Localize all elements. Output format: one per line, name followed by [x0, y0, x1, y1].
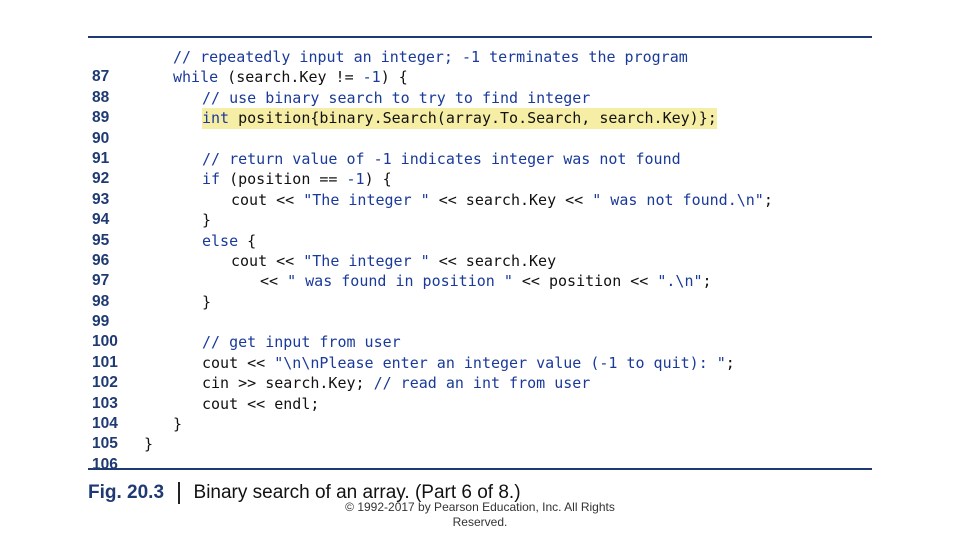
- code-line-92: 92 // return value of -1 indicates integ…: [92, 149, 681, 187]
- code-line-98: 98 << " was found in position " << posit…: [92, 271, 712, 309]
- code-text: }: [173, 415, 183, 434]
- code-line-90: 90 int position{binary.Search(array.To.S…: [92, 108, 717, 147]
- code-text: }: [144, 435, 154, 454]
- bottom-rule: [88, 468, 872, 470]
- code-text: cout << endl;: [202, 394, 320, 413]
- highlighted-code-text: int position{binary.Search(array.To.Sear…: [202, 108, 717, 129]
- code-text: cin >> search.Key; // read an int from u…: [202, 374, 591, 393]
- copyright-footer: © 1992-2017 by Pearson Education, Inc. A…: [330, 500, 630, 530]
- top-rule: [88, 36, 872, 38]
- code-line-105: 105 }: [92, 414, 182, 452]
- code-text: // use binary search to try to find inte…: [202, 88, 591, 107]
- code-line-106: 106 }: [92, 434, 153, 472]
- code-line-100: 100: [92, 312, 128, 350]
- code-text: while (search.Key != -1) {: [173, 68, 408, 87]
- code-text: cout << "\n\nPlease enter an integer val…: [202, 353, 735, 372]
- copyright-line-1: © 1992-2017 by Pearson Education, Inc. A…: [345, 500, 615, 514]
- code-line-94: 94 cout << "The integer " << search.Key …: [92, 190, 773, 228]
- code-line-91: 91: [92, 129, 128, 167]
- caption-divider: [178, 482, 180, 504]
- code-line-95: 95 }: [92, 210, 211, 248]
- code-line-88: 88 while (search.Key != -1) {: [92, 67, 408, 105]
- code-text: // get input from user: [202, 333, 401, 352]
- code-text: << " was found in position " << position…: [260, 272, 712, 291]
- code-text: if (position == -1) {: [202, 170, 392, 189]
- code-line-99: 99 }: [92, 292, 211, 330]
- code-text: }: [202, 211, 212, 230]
- code-line-97: 97 cout << "The integer " << search.Key: [92, 251, 556, 289]
- code-line-96: 96 else {: [92, 231, 256, 269]
- line-number: 106: [92, 455, 118, 473]
- code-line-104: 104 cout << endl;: [92, 394, 319, 432]
- copyright-line-2: Reserved.: [452, 515, 508, 529]
- figure-label: Fig. 20.3: [88, 482, 165, 503]
- code-text: // return value of -1 indicates integer …: [202, 149, 681, 168]
- code-text: else {: [202, 231, 257, 250]
- code-line-102: 102 cout << "\n\nPlease enter an integer…: [92, 353, 735, 391]
- code-line-101: 101 // get input from user: [92, 332, 401, 370]
- code-line-87: 87 // repeatedly input an integer; -1 te…: [92, 47, 688, 85]
- code-line-89: 89 // use binary search to try to find i…: [92, 88, 590, 126]
- code-text: }: [202, 292, 212, 311]
- code-listing: 87 // repeatedly input an integer; -1 te…: [92, 47, 773, 473]
- code-line-93: 93 if (position == -1) {: [92, 169, 392, 207]
- code-text: // repeatedly input an integer; -1 termi…: [173, 48, 688, 66]
- code-text: cout << "The integer " << search.Key << …: [231, 190, 773, 209]
- code-text: cout << "The integer " << search.Key: [231, 251, 557, 270]
- code-line-103: 103 cin >> search.Key; // read an int fr…: [92, 373, 590, 411]
